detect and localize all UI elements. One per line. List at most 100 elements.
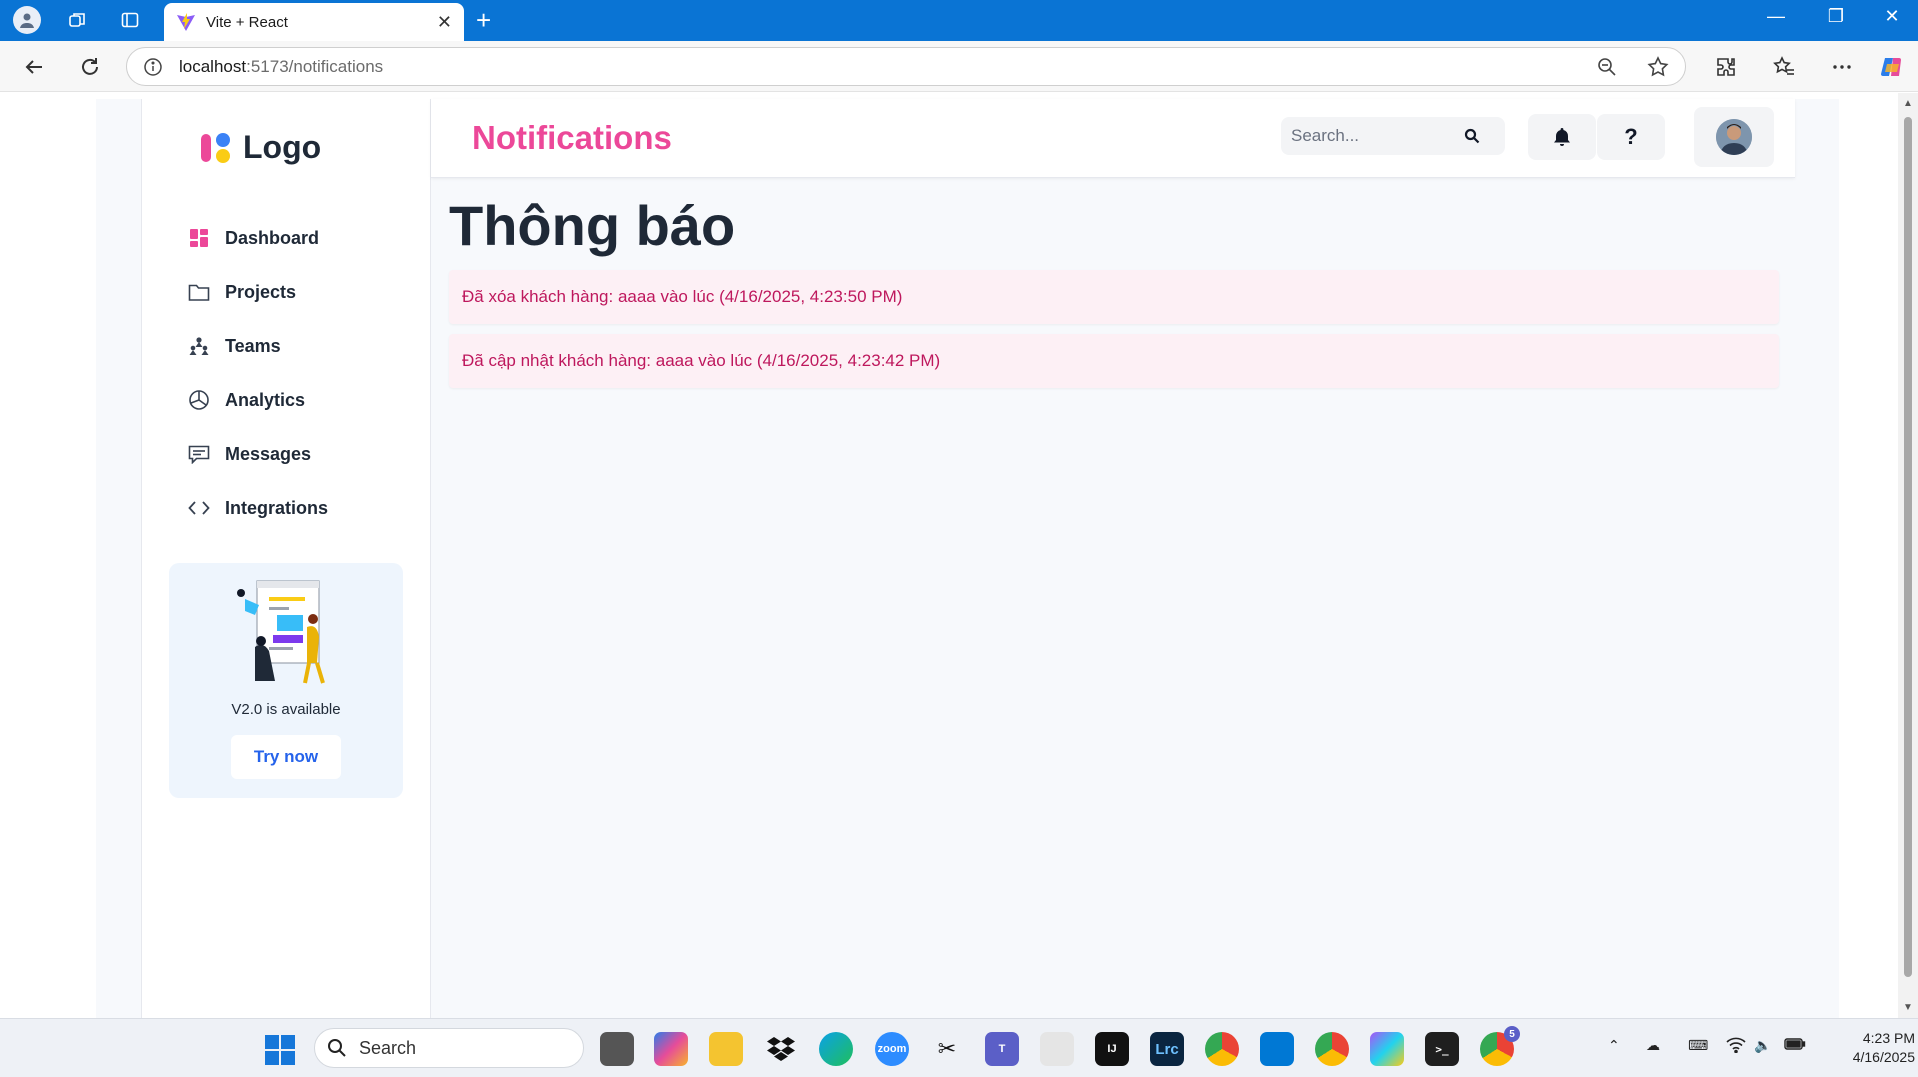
windows-start-icon[interactable]: [265, 1035, 295, 1070]
windows-taskbar: Search zoom ✂ T IJ Lrc >_ 5 ⌃ ☁ ⌨ 🔈 4:23…: [0, 1018, 1918, 1077]
folder-icon: [187, 280, 211, 304]
main-content: Thông báo Đã xóa khách hàng: aaaa vào lú…: [449, 194, 1779, 388]
avatar: [1716, 119, 1752, 155]
copilot-taskbar-icon[interactable]: [654, 1032, 688, 1066]
scroll-up-icon[interactable]: ▲: [1903, 99, 1913, 109]
teams-app-icon[interactable]: T: [985, 1032, 1019, 1066]
bell-icon: [1554, 128, 1570, 146]
chrome-icon[interactable]: [1205, 1032, 1239, 1066]
logo-icon: [201, 132, 230, 163]
chrome-alt-icon[interactable]: 5: [1480, 1026, 1520, 1066]
notification-item[interactable]: Đã cập nhật khách hàng: aaaa vào lúc (4/…: [449, 334, 1779, 388]
taskbar-search-label: Search: [359, 1037, 417, 1058]
task-view-icon[interactable]: [600, 1032, 634, 1066]
zoom-app-icon[interactable]: zoom: [875, 1032, 909, 1066]
tab-title: Vite + React: [206, 13, 288, 31]
search-button[interactable]: [1441, 117, 1503, 155]
teams-icon: [187, 334, 211, 358]
browser-navbar: localhost:5173/notifications: [0, 41, 1918, 92]
sidebar: Logo Dashboard Projects Teams Analytics …: [141, 99, 431, 1018]
scroll-thumb[interactable]: [1904, 117, 1912, 977]
sidebar-item-integrations[interactable]: Integrations: [187, 481, 328, 535]
mosaic-app-icon[interactable]: [1040, 1032, 1074, 1066]
sidebar-item-analytics[interactable]: Analytics: [187, 373, 328, 427]
address-bar[interactable]: localhost:5173/notifications: [126, 47, 1686, 86]
sidebar-item-projects[interactable]: Projects: [187, 265, 328, 319]
dropbox-icon[interactable]: [764, 1032, 798, 1066]
terminal-icon[interactable]: >_: [1425, 1032, 1459, 1066]
sidebar-item-label: Dashboard: [225, 227, 320, 248]
gemini-app-icon[interactable]: [1370, 1032, 1404, 1066]
search-icon: [1464, 128, 1480, 144]
system-clock[interactable]: 4:23 PM 4/16/2025: [1815, 1029, 1915, 1067]
show-hidden-icons-icon[interactable]: ⌃: [1608, 1037, 1620, 1054]
favorite-star-icon[interactable]: [1647, 55, 1669, 78]
page-scrollbar[interactable]: ▲ ▼: [1898, 93, 1918, 1018]
taskbar-search[interactable]: Search: [314, 1028, 584, 1068]
back-icon[interactable]: [18, 51, 50, 83]
sidebar-item-label: Analytics: [225, 389, 306, 410]
message-icon: [187, 442, 211, 466]
notifications-button[interactable]: [1528, 114, 1596, 160]
wifi-icon[interactable]: [1726, 1037, 1746, 1056]
dashboard-icon: [187, 226, 211, 250]
search-icon: [328, 1039, 346, 1057]
notification-item[interactable]: Đã xóa khách hàng: aaaa vào lúc (4/16/20…: [449, 270, 1779, 324]
sidebar-item-dashboard[interactable]: Dashboard: [187, 211, 328, 265]
upgrade-promo-card: V2.0 is available Try now: [169, 563, 403, 798]
content-heading: Thông báo: [449, 194, 736, 257]
chrome-notification-badge: 5: [1504, 1026, 1520, 1042]
search-box: [1281, 117, 1505, 155]
copilot-icon[interactable]: [1876, 51, 1908, 83]
top-header: Notifications ?: [431, 99, 1795, 178]
sidebar-item-messages[interactable]: Messages: [187, 427, 328, 481]
profile-icon[interactable]: [12, 6, 42, 34]
zoom-out-icon[interactable]: [1597, 57, 1617, 77]
vite-logo-icon: [177, 13, 195, 31]
promo-illustration: [237, 580, 325, 684]
extensions-icon[interactable]: [1710, 51, 1742, 83]
page-viewport: Logo Dashboard Projects Teams Analytics …: [5, 93, 1898, 1018]
keyboard-icon[interactable]: ⌨: [1688, 1037, 1708, 1054]
close-window-icon[interactable]: ✕: [1872, 6, 1912, 27]
logo[interactable]: Logo: [199, 129, 321, 166]
intellij-icon[interactable]: IJ: [1095, 1032, 1129, 1066]
sidebar-item-label: Projects: [225, 281, 297, 302]
capcut-icon[interactable]: ✂: [930, 1032, 964, 1066]
file-explorer-icon[interactable]: [709, 1032, 743, 1066]
favorites-icon[interactable]: [1768, 51, 1800, 83]
scroll-down-icon[interactable]: ▼: [1903, 1003, 1913, 1013]
vscode-icon[interactable]: [1260, 1032, 1294, 1066]
tab-close-icon[interactable]: ✕: [437, 12, 452, 33]
lightroom-icon[interactable]: Lrc: [1150, 1032, 1184, 1066]
sidebar-item-teams[interactable]: Teams: [187, 319, 328, 373]
workspaces-icon[interactable]: [62, 6, 92, 34]
logo-text: Logo: [243, 129, 322, 165]
browser-tab[interactable]: Vite + React ✕: [164, 3, 464, 41]
search-input[interactable]: [1281, 126, 1441, 146]
clock-date: 4/16/2025: [1852, 1049, 1915, 1065]
app-root: Logo Dashboard Projects Teams Analytics …: [96, 99, 1839, 1018]
url-host: localhost: [179, 56, 247, 76]
page-title: Notifications: [472, 119, 672, 156]
sidebar-menu: Dashboard Projects Teams Analytics Messa…: [187, 211, 328, 535]
help-icon: ?: [1624, 124, 1638, 149]
minimize-icon[interactable]: —: [1756, 6, 1796, 27]
try-now-button[interactable]: Try now: [231, 735, 341, 779]
vertical-tabs-icon[interactable]: [115, 6, 145, 34]
reload-icon[interactable]: [74, 51, 106, 83]
restore-icon[interactable]: ❐: [1816, 6, 1856, 27]
sidebar-item-label: Teams: [225, 335, 281, 356]
volume-icon[interactable]: 🔈: [1754, 1037, 1771, 1054]
edge-browser-icon[interactable]: [819, 1032, 853, 1066]
sidebar-item-label: Messages: [225, 443, 312, 464]
site-info-icon[interactable]: [143, 57, 163, 77]
onedrive-icon[interactable]: ☁: [1646, 1037, 1660, 1054]
more-menu-icon[interactable]: [1826, 51, 1858, 83]
battery-icon[interactable]: [1784, 1037, 1806, 1054]
avatar-button[interactable]: [1694, 107, 1774, 167]
help-button[interactable]: ?: [1597, 114, 1665, 160]
pie-chart-icon: [187, 388, 211, 412]
new-tab-icon[interactable]: +: [476, 6, 491, 34]
chrome-profile-icon[interactable]: [1315, 1032, 1349, 1066]
